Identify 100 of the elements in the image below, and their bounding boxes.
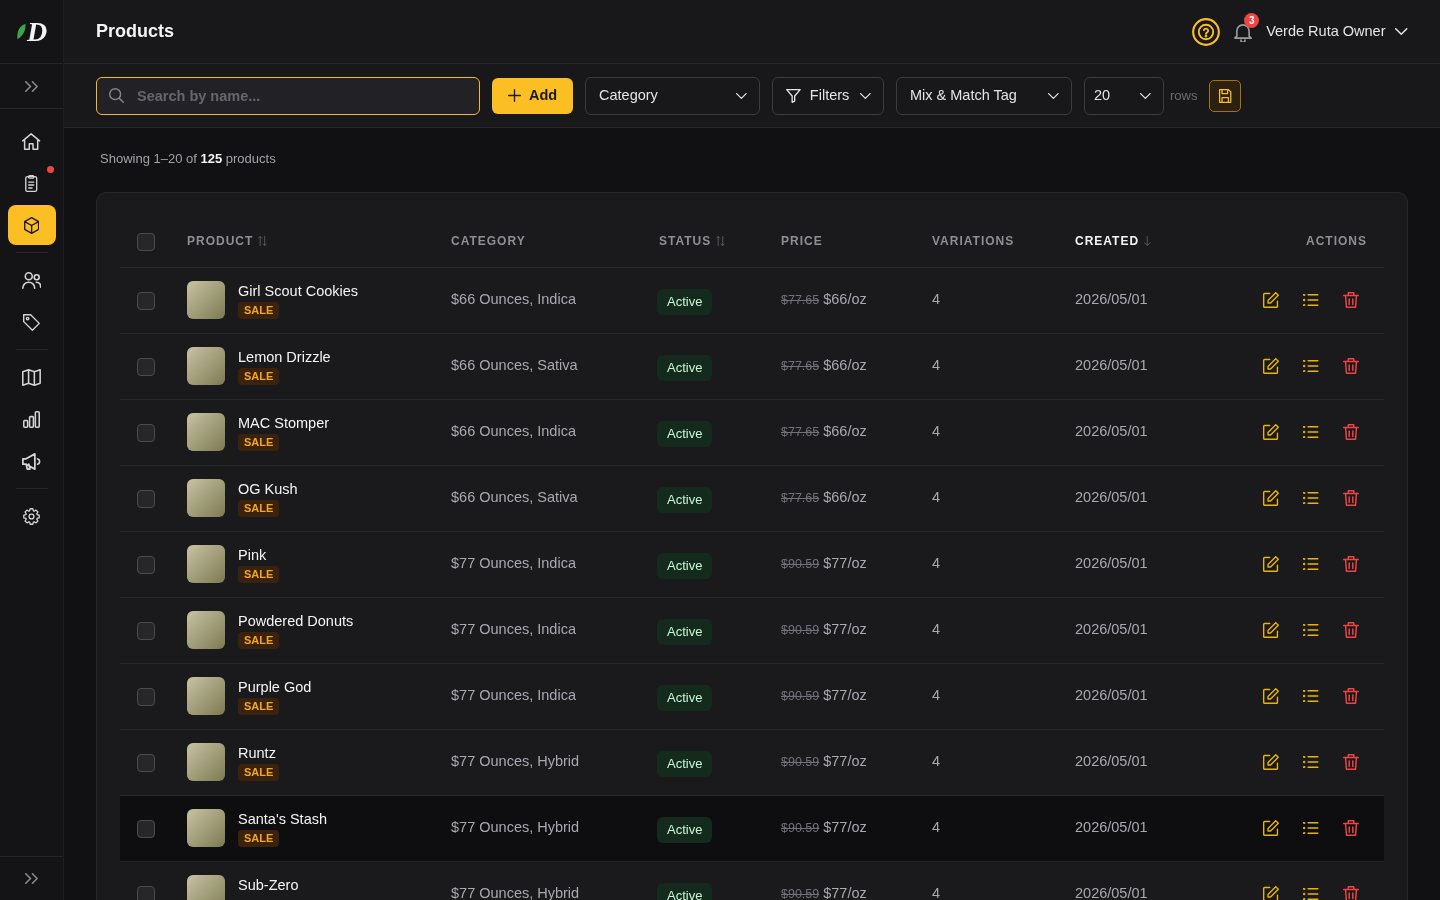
row-checkbox[interactable]	[137, 291, 155, 310]
sidebar-item[interactable]	[7, 205, 56, 245]
status-badge: Active	[657, 355, 713, 381]
help-icon[interactable]	[1192, 17, 1221, 46]
row-checkbox[interactable]	[137, 885, 155, 900]
edit-icon[interactable]	[1263, 556, 1280, 572]
original-price: $77.65	[781, 491, 820, 506]
sale-badge: SALE	[238, 368, 280, 385]
edit-icon[interactable]	[1263, 820, 1280, 836]
edit-icon[interactable]	[1263, 292, 1280, 308]
category-text: $66 Ounces, Indica	[451, 423, 576, 440]
variation-count: 4	[932, 423, 941, 440]
list-icon[interactable]	[1303, 558, 1319, 570]
save-button[interactable]	[1209, 79, 1242, 112]
column-header: PRICE	[781, 233, 823, 251]
trash-icon[interactable]	[1343, 820, 1359, 836]
column-header[interactable]: CREATED	[1075, 232, 1151, 251]
list-icon[interactable]	[1303, 624, 1319, 636]
column-header[interactable]: PRODUCT	[187, 232, 268, 251]
edit-icon[interactable]	[1263, 622, 1280, 638]
photo-placeholder	[187, 479, 225, 517]
column-header[interactable]: STATUS	[659, 232, 726, 251]
photo-placeholder	[187, 413, 225, 451]
sale-price: $66/oz	[823, 291, 867, 308]
status-badge: Active	[657, 553, 713, 579]
sale-price: $77/oz	[823, 687, 867, 704]
list-icon[interactable]	[1303, 492, 1319, 504]
edit-icon[interactable]	[1263, 490, 1280, 506]
add-button[interactable]: Add	[492, 77, 573, 114]
product-name: Girl Scout Cookies	[238, 282, 359, 301]
list-icon[interactable]	[1303, 690, 1319, 702]
sale-badge: SALE	[238, 566, 280, 583]
product-name: Runtz	[238, 744, 276, 763]
original-price: $90.59	[781, 755, 820, 770]
plus-icon	[507, 89, 521, 102]
row-checkbox[interactable]	[137, 621, 155, 640]
list-icon[interactable]	[1303, 426, 1319, 438]
sale-price: $66/oz	[823, 489, 867, 506]
tag-select[interactable]: Mix & Match Tag	[896, 76, 1072, 115]
photo-placeholder	[187, 281, 225, 319]
trash-icon[interactable]	[1343, 424, 1359, 440]
original-price: $90.59	[781, 623, 820, 638]
trash-icon[interactable]	[1343, 622, 1359, 638]
list-icon[interactable]	[1303, 822, 1319, 834]
sale-badge: SALE	[238, 830, 280, 847]
product-name: Santa's Stash	[238, 810, 328, 829]
search-field[interactable]: Search by name...	[96, 76, 480, 115]
row-checkbox[interactable]	[137, 687, 155, 706]
trash-icon[interactable]	[1343, 490, 1359, 506]
filters-button[interactable]: Filters	[772, 76, 884, 115]
row-checkbox[interactable]	[137, 489, 155, 508]
list-icon[interactable]	[1303, 294, 1319, 306]
chevron-down-icon	[860, 92, 871, 99]
row-checkbox[interactable]	[137, 753, 155, 772]
select-all-checkbox[interactable]	[137, 232, 155, 251]
clipboard-icon	[25, 174, 38, 192]
sale-badge: SALE	[238, 698, 280, 715]
row-checkbox[interactable]	[137, 819, 155, 838]
list-icon[interactable]	[1303, 888, 1319, 900]
rows-label: rows	[1170, 86, 1198, 105]
list-icon[interactable]	[1303, 360, 1319, 372]
column-header: CATEGORY	[451, 233, 526, 251]
tag-icon	[23, 313, 40, 331]
trash-icon[interactable]	[1343, 754, 1359, 770]
list-icon[interactable]	[1303, 756, 1319, 768]
edit-icon[interactable]	[1263, 424, 1280, 440]
variation-count: 4	[932, 357, 941, 374]
rows-per-page-select[interactable]: 20	[1084, 76, 1164, 115]
trash-icon[interactable]	[1343, 886, 1359, 900]
edit-icon[interactable]	[1263, 886, 1280, 900]
created-date: 2026/05/01	[1075, 291, 1148, 308]
sale-price: $77/oz	[823, 885, 867, 900]
expand-icon[interactable]	[25, 80, 38, 92]
sale-price: $66/oz	[823, 357, 867, 374]
bar-chart-icon	[23, 410, 40, 428]
original-price: $90.59	[781, 887, 820, 900]
created-date: 2026/05/01	[1075, 687, 1148, 704]
trash-icon[interactable]	[1343, 292, 1359, 308]
user-menu-button[interactable]: Verde Ruta Owner	[1266, 20, 1408, 43]
chevron-down-icon	[1395, 28, 1408, 35]
status-badge: Active	[657, 817, 713, 843]
status-badge: Active	[657, 421, 713, 447]
edit-icon[interactable]	[1263, 754, 1280, 770]
edit-icon[interactable]	[1263, 688, 1280, 704]
trash-icon[interactable]	[1343, 688, 1359, 704]
variation-count: 4	[932, 687, 941, 704]
expand-icon[interactable]	[25, 873, 38, 884]
sale-badge: SALE	[238, 632, 280, 649]
status-badge: Active	[657, 289, 713, 315]
sale-badge: SALE	[238, 302, 280, 319]
category-text: $66 Ounces, Sativa	[451, 357, 578, 374]
trash-icon[interactable]	[1343, 556, 1359, 572]
category-select[interactable]: Category	[585, 76, 760, 115]
trash-icon[interactable]	[1343, 358, 1359, 374]
row-checkbox[interactable]	[137, 555, 155, 574]
product-name: Pink	[238, 546, 267, 565]
photo-placeholder	[187, 347, 225, 385]
row-checkbox[interactable]	[137, 423, 155, 442]
row-checkbox[interactable]	[137, 357, 155, 376]
edit-icon[interactable]	[1263, 358, 1280, 374]
